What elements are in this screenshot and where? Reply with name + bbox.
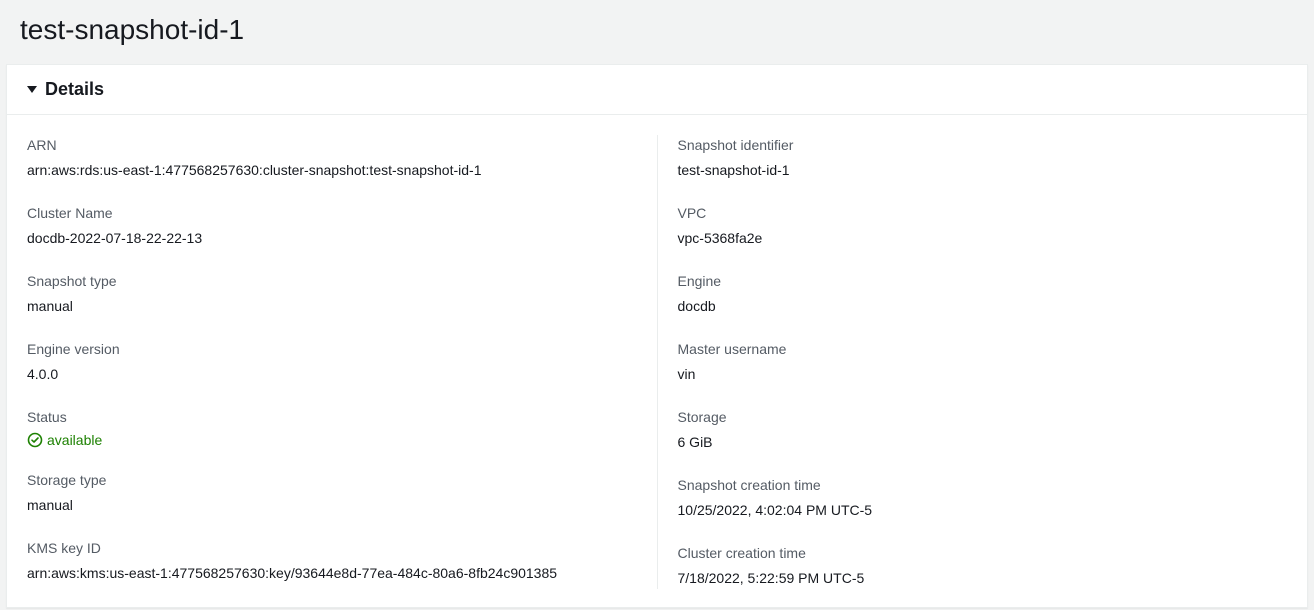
field-value: manual — [27, 296, 637, 317]
field-label: Status — [27, 407, 637, 428]
page-title: test-snapshot-id-1 — [20, 14, 1294, 46]
details-left-column: ARN arn:aws:rds:us-east-1:477568257630:c… — [7, 135, 658, 589]
field-snapshot-creation-time: Snapshot creation time 10/25/2022, 4:02:… — [678, 475, 1288, 521]
field-label: Snapshot creation time — [678, 475, 1288, 496]
details-panel-header[interactable]: Details — [7, 65, 1307, 114]
field-label: Engine — [678, 271, 1288, 292]
field-snapshot-type: Snapshot type manual — [27, 271, 637, 317]
field-label: Cluster creation time — [678, 543, 1288, 564]
field-arn: ARN arn:aws:rds:us-east-1:477568257630:c… — [27, 135, 637, 181]
field-master-username: Master username vin — [678, 339, 1288, 385]
field-storage-type: Storage type manual — [27, 470, 637, 516]
field-label: Snapshot identifier — [678, 135, 1288, 156]
details-panel-title: Details — [45, 79, 104, 100]
details-panel: Details ARN arn:aws:rds:us-east-1:477568… — [6, 64, 1308, 608]
page-header: test-snapshot-id-1 — [0, 0, 1314, 64]
status-value: available — [27, 432, 637, 448]
field-value: arn:aws:kms:us-east-1:477568257630:key/9… — [27, 563, 637, 584]
caret-down-icon — [27, 86, 37, 93]
field-cluster-creation-time: Cluster creation time 7/18/2022, 5:22:59… — [678, 543, 1288, 589]
field-value: 4.0.0 — [27, 364, 637, 385]
field-label: Storage — [678, 407, 1288, 428]
field-value: manual — [27, 495, 637, 516]
details-right-column: Snapshot identifier test-snapshot-id-1 V… — [658, 135, 1308, 589]
field-status: Status available — [27, 407, 637, 448]
field-label: KMS key ID — [27, 538, 637, 559]
field-value: docdb — [678, 296, 1288, 317]
details-panel-body: ARN arn:aws:rds:us-east-1:477568257630:c… — [7, 114, 1307, 607]
field-value: vin — [678, 364, 1288, 385]
field-label: ARN — [27, 135, 637, 156]
field-label: Storage type — [27, 470, 637, 491]
field-engine: Engine docdb — [678, 271, 1288, 317]
field-value: 7/18/2022, 5:22:59 PM UTC-5 — [678, 568, 1288, 589]
field-value: vpc-5368fa2e — [678, 228, 1288, 249]
field-value: 10/25/2022, 4:02:04 PM UTC-5 — [678, 500, 1288, 521]
field-label: Master username — [678, 339, 1288, 360]
field-value: docdb-2022-07-18-22-22-13 — [27, 228, 637, 249]
check-circle-icon — [27, 432, 43, 448]
field-value: arn:aws:rds:us-east-1:477568257630:clust… — [27, 160, 637, 181]
status-text: available — [47, 432, 102, 448]
field-cluster-name: Cluster Name docdb-2022-07-18-22-22-13 — [27, 203, 637, 249]
field-kms-key-id: KMS key ID arn:aws:kms:us-east-1:4775682… — [27, 538, 637, 584]
field-engine-version: Engine version 4.0.0 — [27, 339, 637, 385]
field-snapshot-identifier: Snapshot identifier test-snapshot-id-1 — [678, 135, 1288, 181]
field-value: 6 GiB — [678, 432, 1288, 453]
field-vpc: VPC vpc-5368fa2e — [678, 203, 1288, 249]
field-storage: Storage 6 GiB — [678, 407, 1288, 453]
field-label: Cluster Name — [27, 203, 637, 224]
field-label: Snapshot type — [27, 271, 637, 292]
field-label: Engine version — [27, 339, 637, 360]
field-label: VPC — [678, 203, 1288, 224]
field-value: test-snapshot-id-1 — [678, 160, 1288, 181]
